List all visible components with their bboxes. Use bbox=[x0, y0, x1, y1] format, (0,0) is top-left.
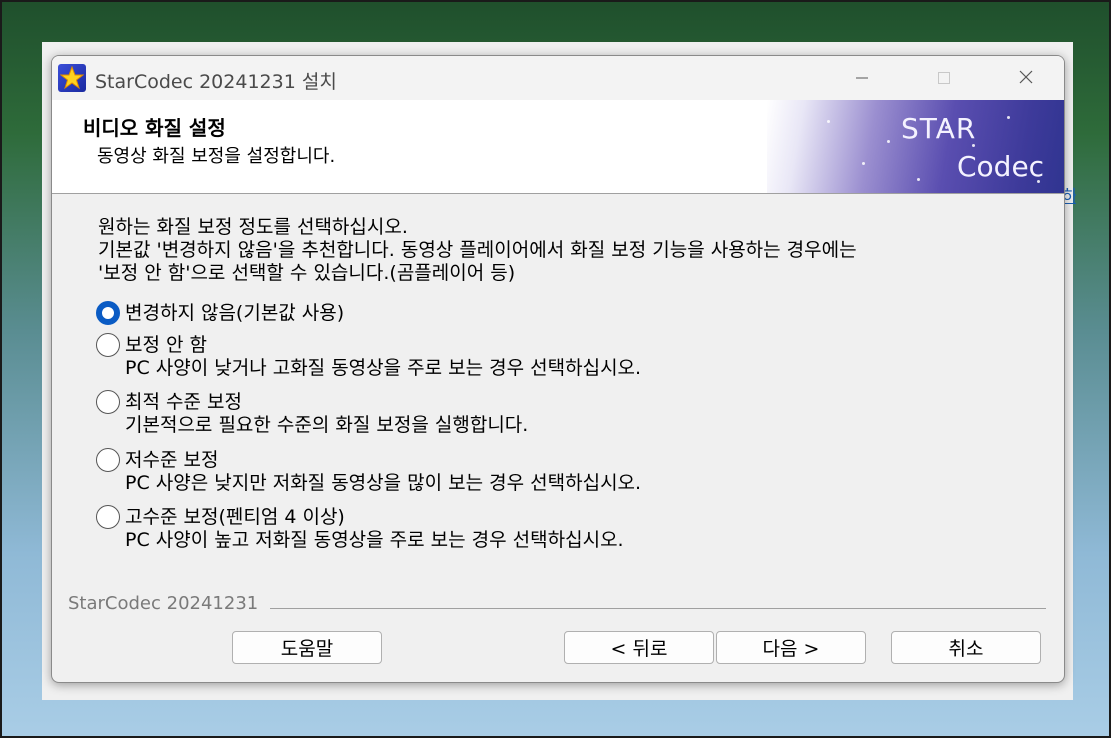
option-description: PC 사양이 높고 저화질 동영상을 주로 보는 경우 선택하십시오. bbox=[125, 529, 624, 551]
page-title: 비디오 화질 설정 bbox=[83, 116, 226, 140]
close-icon bbox=[1018, 66, 1034, 90]
radio-low[interactable] bbox=[96, 448, 120, 472]
radio-no-change[interactable] bbox=[96, 301, 120, 325]
option-description: PC 사양은 낮지만 저화질 동영상을 많이 보는 경우 선택하십시오. bbox=[125, 472, 642, 494]
minimize-button[interactable] bbox=[832, 56, 892, 100]
installer-window: StarCodec 20241231 설치 비디오 화질 설정 동영상 화질 보… bbox=[51, 55, 1065, 683]
intro-text: 원하는 화질 보정 정도를 선택하십시오. 기본값 '변경하지 않음'을 추천합니… bbox=[98, 216, 857, 285]
logo-text-star: STAR bbox=[901, 112, 977, 145]
logo-text-codec: Codec bbox=[957, 150, 1045, 183]
maximize-button[interactable] bbox=[914, 56, 974, 100]
option-description: PC 사양이 낮거나 고화질 동영상을 주로 보는 경우 선택하십시오. bbox=[125, 357, 642, 379]
radio-high[interactable] bbox=[96, 505, 120, 529]
page-subtitle: 동영상 화질 보정을 설정합니다. bbox=[97, 146, 336, 167]
radio-optimal[interactable] bbox=[96, 390, 120, 414]
window-title: StarCodec 20241231 설치 bbox=[95, 71, 337, 93]
cancel-button[interactable]: 취소 bbox=[891, 631, 1041, 664]
footer-brand-label: StarCodec 20241231 bbox=[68, 593, 265, 614]
close-button[interactable] bbox=[996, 56, 1056, 100]
minimize-icon bbox=[855, 66, 869, 90]
intro-line-1: 원하는 화질 보정 정도를 선택하십시오. bbox=[98, 216, 408, 238]
intro-line-3: '보정 안 함'으로 선택할 수 있습니다.(곰플레이어 등) bbox=[98, 262, 516, 284]
wizard-header: 비디오 화질 설정 동영상 화질 보정을 설정합니다. STAR Codec bbox=[52, 100, 1064, 194]
radio-no-correction[interactable] bbox=[96, 333, 120, 357]
starcodec-logo-banner: STAR Codec bbox=[767, 100, 1064, 193]
starcodec-app-icon bbox=[58, 64, 86, 92]
back-button[interactable]: < 뒤로 bbox=[564, 631, 714, 664]
footer-divider bbox=[270, 608, 1046, 609]
title-bar[interactable]: StarCodec 20241231 설치 bbox=[52, 56, 1064, 100]
help-button[interactable]: 도움말 bbox=[232, 631, 382, 664]
options-content: 원하는 화질 보정 정도를 선택하십시오. 기본값 '변경하지 않음'을 추천합니… bbox=[52, 194, 1064, 594]
option-description: 기본적으로 필요한 수준의 화질 보정을 실행합니다. bbox=[125, 414, 529, 436]
intro-line-2: 기본값 '변경하지 않음'을 추천합니다. 동영상 플레이어에서 화질 보정 기… bbox=[98, 239, 857, 261]
option-label: 변경하지 않음(기본값 사용) bbox=[125, 302, 345, 324]
next-button[interactable]: 다음 > bbox=[716, 631, 866, 664]
maximize-icon bbox=[937, 66, 951, 90]
